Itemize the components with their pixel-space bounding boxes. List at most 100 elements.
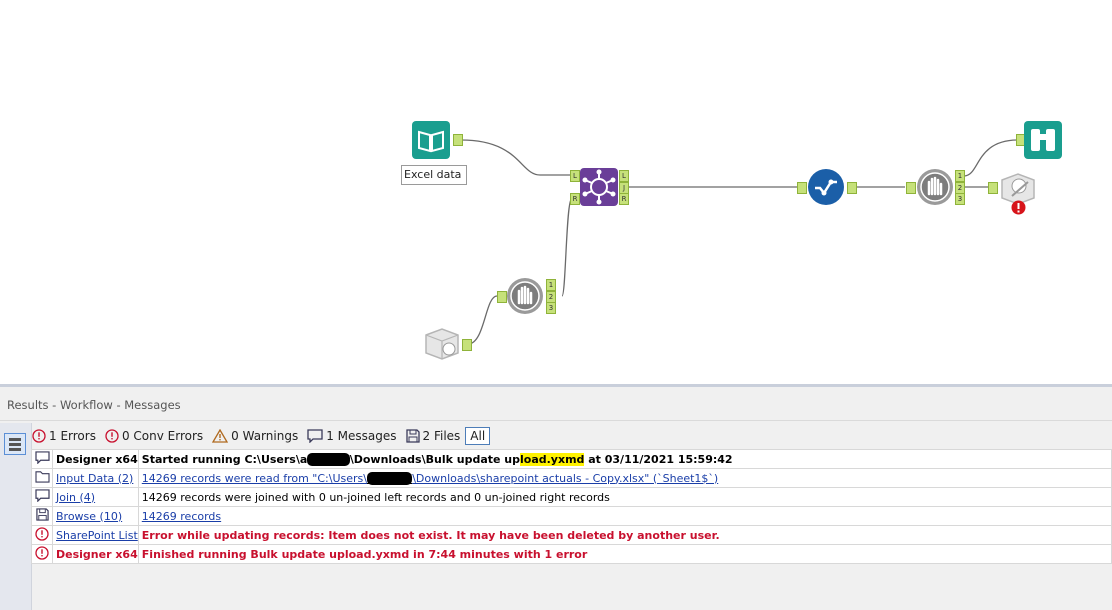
check-flow-icon [808,169,844,205]
message-tool-cell: Designer x64 [52,544,139,564]
select-input-anchor[interactable] [797,182,807,194]
block-until-done-node-2[interactable] [916,168,954,206]
message-tool-name[interactable]: Join (4) [56,491,95,504]
block2-output-1-anchor[interactable]: 1 [955,170,965,182]
filter-all[interactable]: All [465,427,491,445]
message-row[interactable]: Designer x64 Finished running Bulk update… [31,544,1112,564]
message-filter-bar: 1 Errors 0 Conv Errors 0 Warnings 1 Mess… [32,425,499,447]
message-icon [34,451,50,467]
connection-block-join [561,197,573,297]
join-node[interactable] [580,168,618,206]
message-text: Finished running Bulk update upload.yxmd… [141,547,588,561]
message-tool-name[interactable]: Browse (10) [56,510,122,523]
error-badge-icon [1011,200,1026,215]
message-text[interactable]: \Downloads\sharepoint actuals - Copy.xls… [412,472,718,485]
join-left-output-anchor[interactable]: L [619,170,629,182]
results-left-rail [0,423,32,610]
join-right-output-anchor[interactable]: R [619,193,629,205]
message-tool-name: Designer x64 [56,452,138,466]
message-type-cell [31,544,53,564]
filter-files-label: 2 Files [422,429,461,443]
message-text: load.yxmd [520,452,585,466]
filter-warnings[interactable]: 0 Warnings [212,429,298,443]
file-icon [35,508,49,524]
message-icon [34,489,50,505]
file-icon [405,429,420,443]
filter-errors-label: 1 Errors [49,429,96,443]
binoculars-icon [1024,121,1062,159]
excel-output-anchor[interactable] [453,134,463,146]
filter-messages-label: 1 Messages [326,429,397,443]
results-panel: Results - Workflow - Messages 1 Errors 0… [0,387,1112,610]
redacted-text: XXXXX [307,452,350,466]
message-text[interactable]: 14269 records [142,510,221,523]
message-view-toggle-button[interactable] [4,433,26,455]
block-until-done-node-1[interactable] [506,277,544,315]
message-row[interactable]: SharePoint List Error while updating reco… [31,525,1112,545]
filter-conv-errors-label: 0 Conv Errors [121,429,204,443]
select-output-anchor[interactable] [847,182,857,194]
message-text: \Downloads\Bulk update up [349,452,520,466]
message-row[interactable]: Input Data (2) 14269 records were read fr… [31,468,1112,488]
excel-node-label[interactable]: Excel data [401,165,467,185]
messages-table: Designer x64 Started running C:\Users\aXX… [31,449,1112,564]
message-tool-cell: Join (4) [52,487,139,507]
message-text-cell: Error while updating records: Item does … [137,525,1112,545]
browse-node[interactable] [1024,121,1062,159]
warning-icon [212,429,229,443]
message-tool-name[interactable]: SharePoint List [56,529,138,542]
message-type-cell [31,487,53,507]
select-node[interactable] [807,168,845,206]
join-left-input-anchor[interactable]: L [570,170,580,182]
message-text-cell: Finished running Bulk update upload.yxmd… [137,544,1112,564]
filter-messages[interactable]: 1 Messages [307,429,397,443]
message-tool-cell: SharePoint List [52,525,139,545]
connection-sp-block [467,295,498,345]
block2-input-anchor[interactable] [906,182,916,194]
sp-output-input-anchor[interactable] [988,182,998,194]
message-type-cell [31,468,53,488]
message-text: 14269 records were joined with 0 un-join… [141,490,610,504]
filter-errors[interactable]: 1 Errors [32,429,96,443]
join-right-input-anchor[interactable]: R [570,193,580,205]
book-icon [412,121,450,159]
message-text-cell: 14269 records were read from "C:\Users\X… [137,468,1112,488]
sharepoint-input-node[interactable] [422,323,462,363]
sharepoint-icon [425,328,459,360]
folder-icon [34,471,50,486]
conv-error-icon [105,429,119,443]
message-type-cell [31,525,53,545]
message-text: Started running C:\Users\ [141,452,300,466]
filter-files[interactable]: 2 Files [405,429,461,443]
message-row[interactable]: Browse (10) 14269 records [31,506,1112,526]
message-text-cell: 14269 records [137,506,1112,526]
message-text[interactable]: 14269 records were read from "C:\Users\ [142,472,367,485]
message-text: at 03/11/2021 15:59:42 [584,452,733,466]
message-row[interactable]: Join (4) 14269 records were joined with 0… [31,487,1112,507]
redacted-text[interactable]: XXXXXX [366,471,413,485]
message-tool-cell: Browse (10) [52,506,139,526]
block2-output-3-anchor[interactable]: 3 [955,193,965,205]
message-row[interactable]: Designer x64 Started running C:\Users\aXX… [31,449,1112,469]
results-panel-title: Results - Workflow - Messages [0,387,1112,421]
message-text: Error while updating records: Item does … [141,528,720,542]
message-icon [307,429,323,443]
block1-output-3-anchor[interactable]: 3 [546,302,556,314]
error-icon [32,429,46,443]
workflow-canvas[interactable]: Excel data L R L J R 1 2 3 1 2 3 [0,0,1112,384]
filter-warnings-label: 0 Warnings [231,429,299,443]
excel-input-node[interactable] [412,121,450,159]
hand-gear-icon [507,278,543,314]
connection-excel-join [460,139,570,176]
message-tool-name: Designer x64 [56,547,138,561]
message-type-cell [31,449,53,469]
error-icon [35,545,49,563]
sp-input-output-anchor[interactable] [462,339,472,351]
block1-output-1-anchor[interactable]: 1 [546,279,556,291]
message-text-cell: 14269 records were joined with 0 un-join… [137,487,1112,507]
filter-conv-errors[interactable]: 0 Conv Errors [105,429,203,443]
message-type-cell [31,506,53,526]
message-tool-name[interactable]: Input Data (2) [56,472,133,485]
message-tool-cell: Designer x64 [52,449,139,469]
join-icon [580,168,618,206]
